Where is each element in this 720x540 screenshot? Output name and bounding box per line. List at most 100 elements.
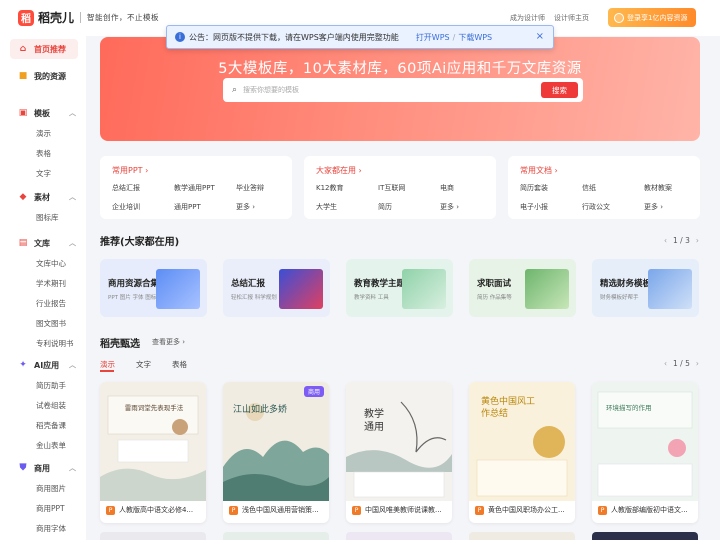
category-title[interactable]: 常用文档 › <box>520 165 688 176</box>
sidebar-item-library-center[interactable]: 文库中心 <box>36 258 66 269</box>
recommend-card-finance[interactable]: 精选财务模板 财务模板好帮手 <box>592 259 699 317</box>
recommend-card-commercial[interactable]: 商用资源合集 PPT 图片 字体 图标 <box>100 259 207 317</box>
category-link[interactable]: 简历 <box>378 202 440 212</box>
template-title-art: 教学通用 <box>364 409 384 433</box>
sidebar-item-patents[interactable]: 专利说明书 <box>36 338 74 349</box>
chevron-left-icon[interactable]: ‹ <box>664 236 667 245</box>
category-link[interactable]: 大学生 <box>316 202 378 212</box>
template-card[interactable]: 雷雨词堂先表现手法 P 人教版高中语文必修4... <box>100 382 206 523</box>
sidebar-item-my-resources[interactable]: ■ 我的资源 <box>10 66 78 86</box>
category-link[interactable]: 简历套装 <box>520 183 582 193</box>
brand-slogan: 智能创作，不止模板 <box>87 13 160 22</box>
recommend-card-illustration <box>648 269 692 309</box>
sidebar-item-commercial-images[interactable]: 商用图片 <box>36 483 66 494</box>
category-link[interactable]: 信纸 <box>582 183 644 193</box>
template-card[interactable]: 江山如此多娇 商用 P 浅色中国风通用营销策... <box>223 382 329 523</box>
more-link[interactable]: 更多 › <box>440 202 500 212</box>
sidebar-item-icon-library[interactable]: 图标库 <box>36 212 59 223</box>
sidebar-group-templates[interactable]: ▣ 模板 ︿ <box>10 103 78 123</box>
template-card-next-row <box>592 532 698 540</box>
sidebar-item-books[interactable]: 图文图书 <box>36 318 66 329</box>
open-wps-link[interactable]: 打开WPS <box>416 32 450 43</box>
selection-pager: ‹ 1 / 5 › <box>658 359 705 368</box>
template-card[interactable]: 黄色中国风工作总结 P 黄色中国风职场办公工... <box>469 382 575 523</box>
template-thumbnail <box>346 382 452 501</box>
category-box-popular: 大家都在用 › K12教育 IT互联网 电商 大学生 简历 更多 › <box>304 156 496 219</box>
category-link[interactable]: K12教育 <box>316 183 378 193</box>
become-designer-link[interactable]: 成为设计师 <box>510 13 545 23</box>
recommend-card-illustration <box>402 269 446 309</box>
chevron-left-icon[interactable]: ‹ <box>664 359 667 368</box>
sidebar-item-resume-helper[interactable]: 简历助手 <box>36 380 66 391</box>
sidebar-item-forms[interactable]: 金山表单 <box>36 440 66 451</box>
category-link[interactable]: 教学通用PPT <box>174 183 236 193</box>
recommend-pager: ‹ 1 / 3 › <box>658 236 705 245</box>
sidebar-group-library[interactable]: ▤ 文库 ︿ <box>10 233 78 253</box>
category-title[interactable]: 大家都在用 › <box>316 165 484 176</box>
template-card[interactable]: 环境描写的作用 P 人教版部编版初中语文... <box>592 382 698 523</box>
sidebar-item-commercial-fonts[interactable]: 商用字体 <box>36 523 66 534</box>
category-link[interactable]: 电商 <box>440 183 500 193</box>
login-cta-label: 登录享1亿内容资源 <box>627 13 688 22</box>
hero-title: 5大模板库，10大素材库，60项Ai应用和千万文库资源 <box>218 61 582 77</box>
sidebar-group-label: 素材 <box>34 192 50 202</box>
search-button[interactable]: 搜索 <box>541 82 578 98</box>
chevron-up-icon: ︿ <box>69 239 76 247</box>
chevron-right-icon[interactable]: › <box>696 236 699 245</box>
more-link[interactable]: 更多 › <box>644 202 704 212</box>
category-link[interactable]: 通用PPT <box>174 202 236 212</box>
view-more-link[interactable]: 查看更多 › <box>152 337 185 347</box>
template-caption: P 黄色中国风职场办公工... <box>475 505 565 515</box>
template-card[interactable]: 教学通用 P 中国风唯美教师说课教... <box>346 382 452 523</box>
sidebar-item-industry-reports[interactable]: 行业报告 <box>36 298 66 309</box>
sidebar-group-materials[interactable]: ◆ 素材 ︿ <box>10 187 78 207</box>
more-link[interactable]: 更多 › <box>236 202 296 212</box>
template-caption: P 人教版部编版初中语文... <box>598 505 688 515</box>
search-input[interactable]: 搜索你想要的模板 <box>243 85 299 95</box>
template-card-next-row <box>469 532 575 540</box>
recommend-card-job[interactable]: 求职面试 简历 作品集等 <box>469 259 576 317</box>
sidebar-item-lesson-prep[interactable]: 稻壳备课 <box>36 420 66 431</box>
designer-home-link[interactable]: 设计师主页 <box>554 13 589 23</box>
tab-slides[interactable]: 演示 <box>100 359 115 370</box>
sidebar-group-commercial[interactable]: ⛊ 商用 ︿ <box>10 458 78 478</box>
category-link[interactable]: 总结汇报 <box>112 183 174 193</box>
recommend-card-education[interactable]: 教育教学主题 教学资料 工具 <box>346 259 453 317</box>
category-link[interactable]: 行政公文 <box>582 202 644 212</box>
template-title-art: 黄色中国风工作总结 <box>481 397 536 419</box>
category-link[interactable]: 电子小报 <box>520 202 582 212</box>
close-icon[interactable]: × <box>536 31 544 42</box>
template-caption: P 浅色中国风通用营销策... <box>229 505 319 515</box>
category-title[interactable]: 常用PPT › <box>112 165 280 176</box>
sidebar-item-home[interactable]: ⌂ 首页推荐 <box>10 39 78 59</box>
commercial-badge: 商用 <box>303 386 324 397</box>
sidebar-item-exam-builder[interactable]: 试卷组装 <box>36 400 66 411</box>
ppt-icon: P <box>598 505 607 515</box>
template-thumbnail <box>223 382 329 501</box>
ai-icon: ✦ <box>19 360 27 370</box>
category-link[interactable]: IT互联网 <box>378 183 440 193</box>
download-wps-link[interactable]: 下载WPS <box>458 32 492 43</box>
sidebar-item-sheets[interactable]: 表格 <box>36 148 51 159</box>
category-link[interactable]: 企业培训 <box>112 202 174 212</box>
tab-sheets[interactable]: 表格 <box>172 359 187 370</box>
category-link[interactable]: 教材教案 <box>644 183 704 193</box>
login-cta-button[interactable]: 登录享1亿内容资源 <box>608 8 696 27</box>
category-link[interactable]: 毕业答辩 <box>236 183 296 193</box>
template-thumbnail <box>100 382 206 501</box>
sidebar-item-docs[interactable]: 文字 <box>36 168 51 179</box>
avatar-icon <box>614 12 624 23</box>
logo-divider <box>80 12 82 23</box>
sidebar-group-label: 文库 <box>34 238 50 248</box>
sidebar-item-commercial-ppt[interactable]: 商用PPT <box>36 503 65 514</box>
search-icon: ⌕ <box>232 85 238 95</box>
sidebar-group-ai-apps[interactable]: ✦ AI应用 ︿ <box>10 355 78 375</box>
sidebar-item-slides[interactable]: 演示 <box>36 128 51 139</box>
logo[interactable]: 稻 稻壳儿 智能创作，不止模板 <box>18 9 159 26</box>
category-box-common-docs: 常用文档 › 简历套装 信纸 教材教案 电子小报 行政公文 更多 › <box>508 156 700 219</box>
tab-docs[interactable]: 文字 <box>136 359 151 370</box>
recommend-card-summary[interactable]: 总结汇报 轻松汇报 科学规划 <box>223 259 330 317</box>
chevron-right-icon[interactable]: › <box>696 359 699 368</box>
chevron-up-icon: ︿ <box>69 193 76 201</box>
sidebar-item-journals[interactable]: 学术期刊 <box>36 278 66 289</box>
